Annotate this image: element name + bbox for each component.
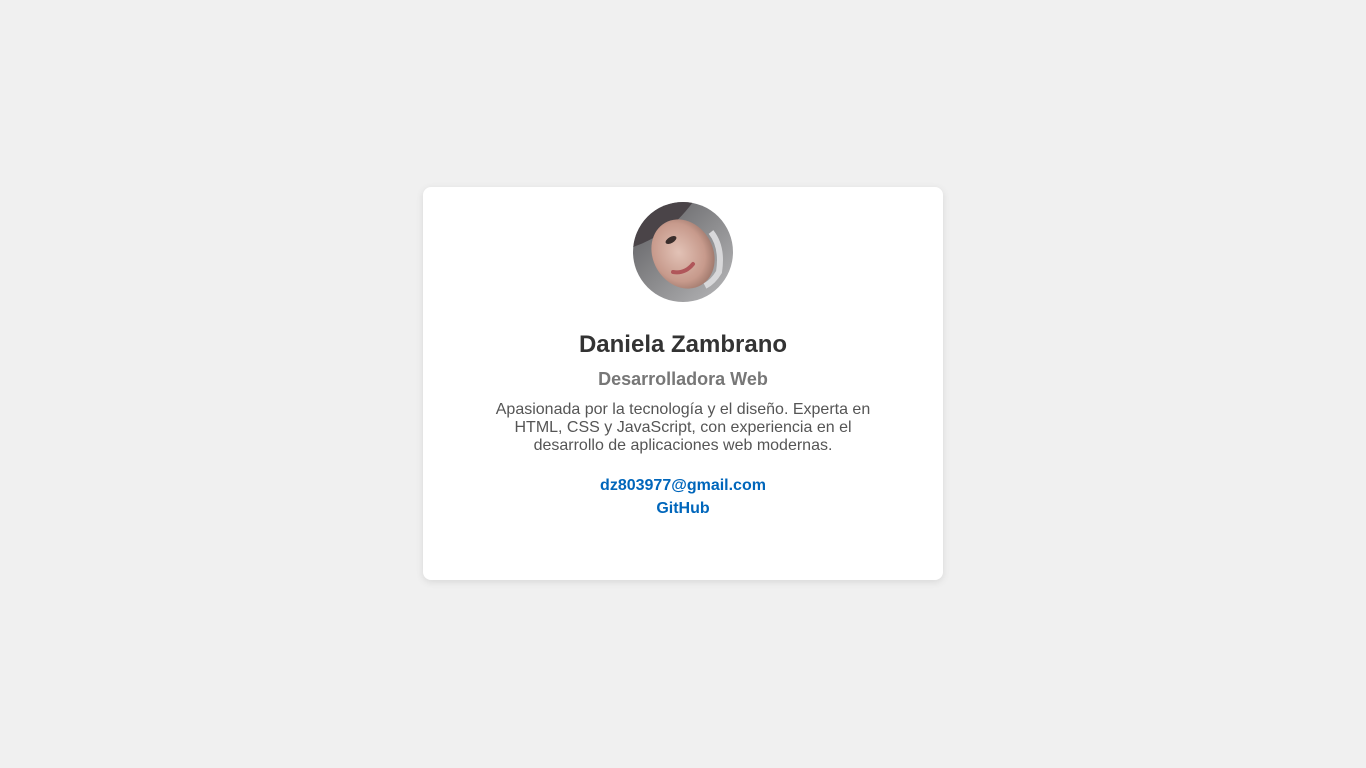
email-link[interactable]: dz803977@gmail.com	[423, 474, 943, 497]
profile-card: Daniela Zambrano Desarrolladora Web Apas…	[423, 187, 943, 580]
profile-bio: Apasionada por la tecnología y el diseño…	[495, 401, 871, 454]
avatar	[633, 202, 733, 302]
avatar-photo	[633, 202, 733, 302]
profile-links: dz803977@gmail.com GitHub	[423, 474, 943, 520]
profile-role: Desarrolladora Web	[598, 369, 768, 389]
page: Daniela Zambrano Desarrolladora Web Apas…	[0, 0, 1366, 768]
profile-name: Daniela Zambrano	[578, 331, 788, 358]
github-link[interactable]: GitHub	[423, 497, 943, 520]
